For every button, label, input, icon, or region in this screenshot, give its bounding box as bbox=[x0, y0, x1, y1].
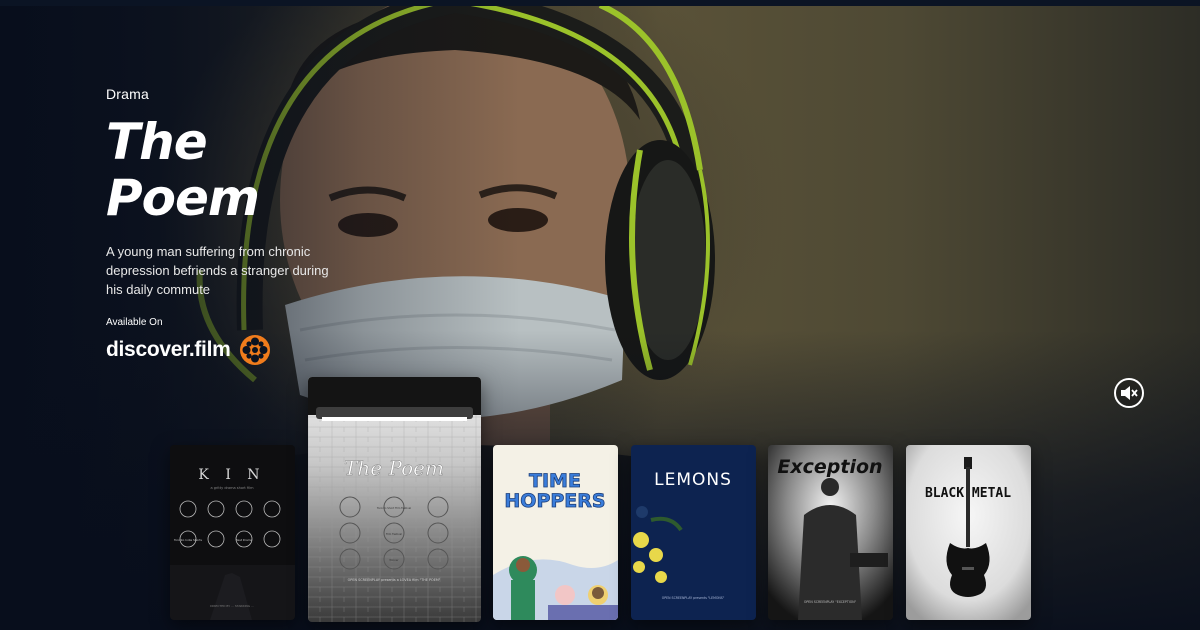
movie-title: The Poem bbox=[106, 113, 260, 227]
poster-credits: DIRECTED BY ... STARRING ... bbox=[210, 604, 254, 608]
genre-label: Drama bbox=[106, 86, 150, 102]
film-reel-icon bbox=[239, 335, 270, 365]
mute-toggle-button[interactable] bbox=[1114, 378, 1144, 408]
poster-credits: OPEN SCREENPLAY "EXCEPTION" bbox=[804, 600, 857, 604]
laurel-text: Film Festival bbox=[386, 532, 402, 536]
top-bar bbox=[0, 0, 1200, 6]
laurel-text: Winner bbox=[389, 558, 399, 562]
laurel-text: Toronto Indie Shorts bbox=[173, 538, 202, 542]
available-on-label: Available On bbox=[106, 317, 163, 328]
poster-kin[interactable]: K I N a gritty drama short film Toronto … bbox=[170, 445, 295, 620]
poster-credits: OPEN SCREENPLAY presents a LOVEA film "T… bbox=[348, 578, 441, 582]
hero-stage: Drama The Poem A young man suffering fro… bbox=[0, 0, 1200, 630]
provider-name: discover.film bbox=[106, 338, 231, 361]
speaker-muted-icon bbox=[1121, 386, 1138, 400]
poster-the-poem[interactable]: The Poem Toronto Short Film Festival Fil… bbox=[308, 377, 481, 622]
hero-info: Drama The Poem A young man suffering fro… bbox=[106, 86, 366, 366]
poster-title: The Poem bbox=[344, 456, 444, 480]
poster-title-line2: HOPPERS bbox=[504, 490, 605, 512]
movie-synopsis: A young man suffering from chronic depre… bbox=[106, 244, 329, 297]
poster-title: Exception bbox=[777, 456, 882, 478]
poster-black-metal[interactable]: BLACK METAL bbox=[906, 445, 1031, 620]
poster-title-line1: TIME bbox=[529, 470, 581, 492]
laurel-text: Best Drama bbox=[236, 538, 253, 542]
provider-link[interactable]: discover.film bbox=[106, 334, 366, 366]
laurel-text: Toronto Short Film Festival bbox=[377, 506, 411, 510]
poster-exception[interactable]: Exception OPEN SCREENPLAY "EXCEPTION" bbox=[768, 445, 893, 620]
poster-credits: OPEN SCREENPLAY presents "LEMONS" bbox=[662, 596, 725, 600]
poster-title: LEMONS bbox=[654, 470, 732, 490]
poster-lemons[interactable]: LEMONS OPEN SCREENPLAY presents "LEMONS" bbox=[631, 445, 756, 620]
poster-title: K I N bbox=[198, 467, 265, 483]
poster-time-hoppers[interactable]: TIME HOPPERS bbox=[493, 445, 618, 620]
poster-tagline: a gritty drama short film bbox=[211, 486, 255, 490]
